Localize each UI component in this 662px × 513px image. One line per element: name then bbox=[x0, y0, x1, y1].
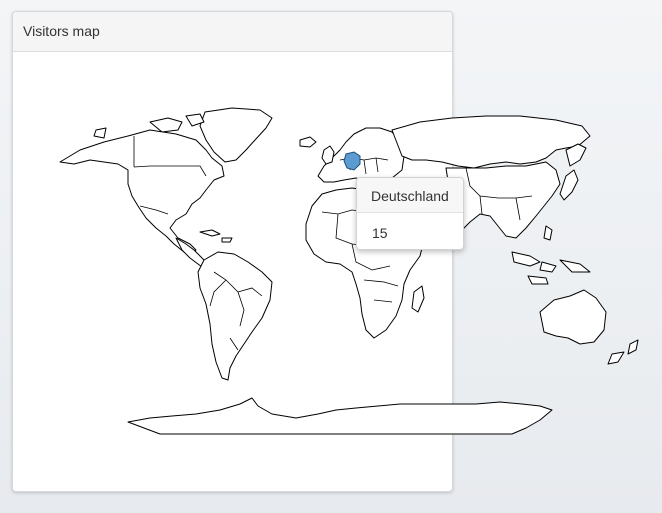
map-region-south-america[interactable] bbox=[197, 251, 273, 381]
map-region-uk[interactable] bbox=[321, 145, 335, 165]
map-region-caribbean[interactable] bbox=[199, 229, 233, 243]
map-region-australia[interactable] bbox=[539, 289, 607, 345]
map-region-japan[interactable] bbox=[559, 169, 579, 201]
country-tooltip: Deutschland 15 bbox=[356, 177, 464, 250]
map-region-antarctica[interactable] bbox=[127, 397, 553, 435]
world-map[interactable] bbox=[0, 0, 662, 513]
map-region-philippines[interactable] bbox=[543, 225, 553, 241]
map-region-indonesia[interactable] bbox=[511, 251, 591, 285]
map-region-greenland[interactable] bbox=[199, 107, 273, 163]
map-region-madagascar[interactable] bbox=[411, 285, 425, 313]
map-region-new-zealand[interactable] bbox=[607, 339, 639, 365]
map-region-north-america[interactable] bbox=[59, 129, 225, 257]
tooltip-country-name: Deutschland bbox=[357, 178, 463, 213]
map-region-iceland[interactable] bbox=[299, 136, 317, 148]
tooltip-visitor-count: 15 bbox=[372, 225, 388, 241]
map-region-russia[interactable] bbox=[391, 115, 591, 169]
